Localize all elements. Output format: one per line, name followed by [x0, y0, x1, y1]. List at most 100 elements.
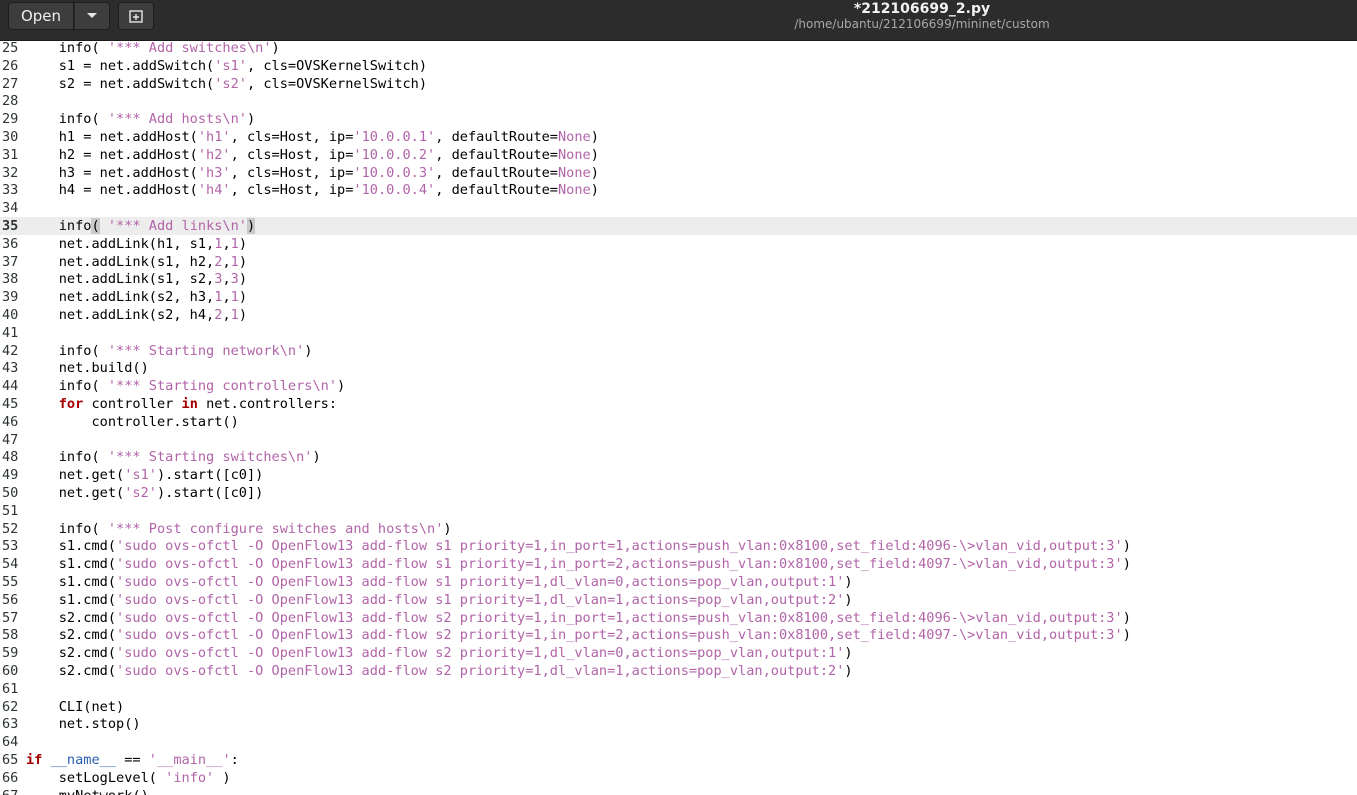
code-line[interactable]: 25 info( '*** Add switches\n')	[0, 39, 1357, 57]
line-number: 26	[2, 57, 19, 74]
code-token: )	[271, 40, 280, 56]
code-line[interactable]: 67 myNetwork()	[0, 787, 1357, 795]
open-button[interactable]: Open	[8, 2, 74, 30]
code-token: s2.cmd(	[26, 663, 117, 679]
code-line[interactable]: 48 info( '*** Starting switches\n')	[0, 448, 1357, 466]
code-line[interactable]: 56 s1.cmd('sudo ovs-ofctl -O OpenFlow13 …	[0, 591, 1357, 609]
code-token: setLogLevel(	[26, 769, 166, 786]
line-number: 54	[2, 556, 19, 573]
code-editor[interactable]: 25 info( '*** Add switches\n') 26 s1 = ne…	[0, 39, 1357, 795]
code-line[interactable]: 63 net.stop()	[0, 715, 1357, 733]
code-token: 'sudo ovs-ofctl -O OpenFlow13 add-flow s…	[116, 538, 1123, 555]
code-line[interactable]: 61	[0, 680, 1357, 698]
code-line[interactable]: 60 s2.cmd('sudo ovs-ofctl -O OpenFlow13 …	[0, 662, 1357, 680]
code-line[interactable]: 32 h3 = net.addHost('h3', cls=Host, ip='…	[0, 164, 1357, 182]
code-token: )	[590, 182, 599, 199]
code-line[interactable]: 38 net.addLink(s1, s2,3,3)	[0, 270, 1357, 288]
code-text: net.addLink(h1, s1,1,1)	[26, 235, 247, 253]
code-token: )	[247, 218, 256, 234]
code-token: ,	[222, 253, 231, 270]
code-token: )	[443, 520, 452, 537]
code-line[interactable]: 43 net.build()	[0, 359, 1357, 377]
line-number: 46	[2, 413, 19, 430]
code-token: , defaultRoute=	[435, 129, 558, 145]
new-tab-button[interactable]	[118, 2, 154, 30]
code-token: 1	[230, 289, 239, 306]
code-line[interactable]: 42 info( '*** Starting network\n')	[0, 342, 1357, 360]
code-line[interactable]: 26 s1 = net.addSwitch('s1', cls=OVSKerne…	[0, 57, 1357, 75]
code-token: info(	[26, 342, 108, 359]
line-number: 44	[2, 378, 19, 395]
code-line[interactable]: 52 info( '*** Post configure switches an…	[0, 520, 1357, 538]
line-number: 32	[2, 164, 19, 181]
code-line[interactable]: 65 if __name__ == '__main__':	[0, 751, 1357, 769]
code-token: h1 = net.addHost(	[26, 129, 198, 145]
code-line[interactable]: 39 net.addLink(s2, h3,1,1)	[0, 288, 1357, 306]
code-token: )	[238, 235, 247, 252]
line-number: 30	[2, 129, 19, 145]
code-line[interactable]: 28	[0, 92, 1357, 110]
code-line[interactable]: 45 for controller in net.controllers:	[0, 395, 1357, 413]
code-token: )	[238, 253, 247, 270]
code-line[interactable]: 27 s2 = net.addSwitch('s2', cls=OVSKerne…	[0, 75, 1357, 93]
code-token: controller	[83, 396, 182, 412]
code-line[interactable]: 37 net.addLink(s1, h2,2,1)	[0, 253, 1357, 271]
code-line[interactable]: 66 setLogLevel( 'info' )	[0, 769, 1357, 787]
code-line[interactable]: 40 net.addLink(s2, h4,2,1)	[0, 306, 1357, 324]
code-token: net.get(	[26, 467, 125, 484]
code-token: , cls=OVSKernelSwitch)	[247, 57, 428, 74]
line-number: 38	[2, 271, 19, 288]
code-line[interactable]: 58 s2.cmd('sudo ovs-ofctl -O OpenFlow13 …	[0, 626, 1357, 644]
code-text: s2.cmd('sudo ovs-ofctl -O OpenFlow13 add…	[26, 626, 1131, 644]
line-number: 63	[2, 716, 19, 733]
code-line[interactable]: 30 h1 = net.addHost('h1', cls=Host, ip='…	[0, 128, 1357, 146]
code-line[interactable]: 57 s2.cmd('sudo ovs-ofctl -O OpenFlow13 …	[0, 609, 1357, 627]
code-text: controller.start()	[26, 413, 238, 431]
code-line[interactable]: 29 info( '*** Add hosts\n')	[0, 110, 1357, 128]
code-token: net.addLink(s1, h2,	[26, 253, 215, 270]
code-token: ,	[222, 271, 231, 288]
code-line[interactable]: 34	[0, 199, 1357, 217]
code-line[interactable]: 54 s1.cmd('sudo ovs-ofctl -O OpenFlow13 …	[0, 555, 1357, 573]
code-token: )	[238, 307, 247, 323]
code-text: s1.cmd('sudo ovs-ofctl -O OpenFlow13 add…	[26, 537, 1131, 555]
code-line[interactable]: 46 controller.start()	[0, 413, 1357, 431]
code-line[interactable]: 31 h2 = net.addHost('h2', cls=Host, ip='…	[0, 146, 1357, 164]
code-text: net.get('s1').start([c0])	[26, 466, 264, 484]
code-line[interactable]: 55 s1.cmd('sudo ovs-ofctl -O OpenFlow13 …	[0, 573, 1357, 591]
line-number: 65	[2, 752, 19, 768]
code-token: )	[304, 342, 313, 359]
code-text: h4 = net.addHost('h4', cls=Host, ip='10.…	[26, 181, 599, 199]
code-token: net.addLink(s2, h4,	[26, 307, 215, 323]
code-token: s2 = net.addSwitch(	[26, 75, 215, 92]
code-line[interactable]: 51	[0, 502, 1357, 520]
code-token: (	[91, 218, 100, 234]
code-line[interactable]: 36 net.addLink(h1, s1,1,1)	[0, 235, 1357, 253]
code-token: 'sudo ovs-ofctl -O OpenFlow13 add-flow s…	[116, 574, 845, 590]
code-line[interactable]: 33 h4 = net.addHost('h4', cls=Host, ip='…	[0, 181, 1357, 199]
code-token: )	[1122, 538, 1131, 555]
code-line[interactable]: 64	[0, 733, 1357, 751]
code-line[interactable]: 59 s2.cmd('sudo ovs-ofctl -O OpenFlow13 …	[0, 644, 1357, 662]
code-token: '*** Post configure switches and hosts\n…	[107, 520, 444, 537]
code-token: 'sudo ovs-ofctl -O OpenFlow13 add-flow s…	[116, 627, 1123, 644]
code-token: 'h2'	[197, 146, 231, 163]
open-menu-button[interactable]	[74, 2, 110, 30]
code-token: 'sudo ovs-ofctl -O OpenFlow13 add-flow s…	[116, 645, 845, 662]
line-number: 64	[2, 734, 19, 751]
line-number: 28	[2, 93, 19, 110]
code-line[interactable]: 47	[0, 431, 1357, 449]
code-line[interactable]: 44 info( '*** Starting controllers\n')	[0, 377, 1357, 395]
open-button-label: Open	[20, 7, 62, 25]
code-token: None	[558, 182, 591, 199]
line-number: 25	[2, 40, 19, 56]
code-line[interactable]: 41	[0, 324, 1357, 342]
code-line[interactable]: 50 net.get('s2').start([c0])	[0, 484, 1357, 502]
code-line[interactable]: 62 CLI(net)	[0, 698, 1357, 716]
code-line[interactable]: 35 info( '*** Add links\n')	[0, 217, 1357, 235]
code-line[interactable]: 49 net.get('s1').start([c0])	[0, 466, 1357, 484]
code-token: 1	[230, 307, 239, 323]
code-line[interactable]: 53 s1.cmd('sudo ovs-ofctl -O OpenFlow13 …	[0, 537, 1357, 555]
code-token: )	[1122, 556, 1131, 573]
